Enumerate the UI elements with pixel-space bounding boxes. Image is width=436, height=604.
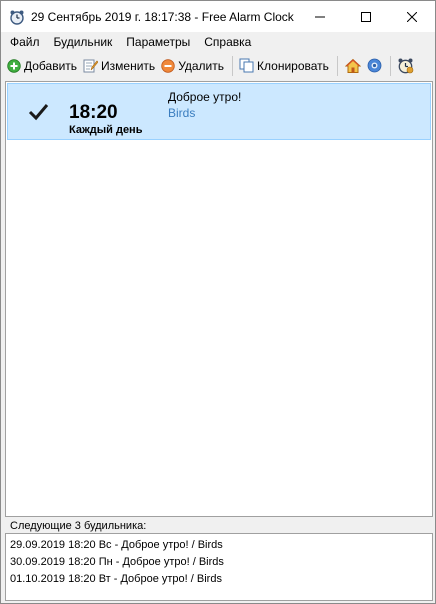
minimize-button[interactable]: [297, 1, 343, 32]
clone-label: Клонировать: [257, 58, 329, 73]
toolbar-separator: [389, 55, 391, 76]
alarm-sound: Birds: [168, 106, 196, 120]
home-icon: [344, 58, 361, 73]
menu-settings[interactable]: Параметры: [119, 32, 197, 52]
add-label: Добавить: [24, 58, 78, 73]
next-alarms-list[interactable]: 29.09.2019 18:20 Вс - Доброе утро! / Bir…: [5, 533, 433, 601]
alarm-clock-icon: [398, 58, 414, 74]
toolbar-separator: [232, 55, 234, 76]
maximize-button[interactable]: [343, 1, 389, 32]
close-button[interactable]: [389, 1, 435, 32]
alarm-list[interactable]: 18:20 Каждый день Доброе утро! Birds: [5, 81, 433, 517]
list-item: 29.09.2019 18:20 Вс - Доброе утро! / Bir…: [10, 539, 223, 551]
menu-bar: Файл Будильник Параметры Справка: [1, 32, 435, 52]
clone-button[interactable]: Клонировать: [237, 55, 333, 77]
minimize-icon: [315, 16, 325, 17]
app-window: 29 Сентябрь 2019 г. 18:17:38 - Free Alar…: [0, 0, 436, 604]
delete-icon: [161, 58, 175, 73]
alarm-row[interactable]: 18:20 Каждый день Доброе утро! Birds: [7, 83, 431, 140]
alarm-label: Доброе утро!: [168, 90, 242, 104]
edit-icon: [83, 59, 99, 73]
close-icon: [407, 11, 417, 22]
help-button[interactable]: [364, 55, 386, 77]
delete-button[interactable]: Удалить: [159, 55, 228, 77]
window-title: 29 Сентябрь 2019 г. 18:17:38 - Free Alar…: [31, 9, 294, 24]
maximize-icon: [361, 11, 371, 22]
title-bar[interactable]: 29 Сентябрь 2019 г. 18:17:38 - Free Alar…: [1, 1, 435, 32]
list-item: 01.10.2019 18:20 Вт - Доброе утро! / Bir…: [10, 573, 222, 585]
toolbar-separator: [336, 55, 338, 76]
toolbar: Добавить Изменить Удалить Клонировать: [1, 53, 435, 78]
home-button[interactable]: [342, 55, 364, 77]
menu-help[interactable]: Справка: [197, 32, 258, 52]
delete-label: Удалить: [178, 58, 225, 73]
add-icon: [7, 58, 21, 73]
edit-button[interactable]: Изменить: [81, 55, 159, 77]
add-button[interactable]: Добавить: [5, 55, 81, 77]
alarm-settings-button[interactable]: [395, 55, 417, 77]
help-icon: [368, 58, 382, 73]
alarm-clock-icon: [10, 10, 24, 25]
edit-label: Изменить: [101, 58, 156, 73]
next-alarms-title: Следующие 3 будильника:: [10, 520, 147, 532]
alarm-repeat: Каждый день: [69, 124, 143, 136]
list-item: 30.09.2019 18:20 Пн - Доброе утро! / Bir…: [10, 556, 224, 568]
alarm-time: 18:20: [69, 102, 118, 123]
menu-alarm[interactable]: Будильник: [47, 32, 120, 52]
checkmark-icon[interactable]: [27, 101, 49, 123]
clone-icon: [239, 58, 254, 73]
menu-file[interactable]: Файл: [3, 32, 47, 52]
